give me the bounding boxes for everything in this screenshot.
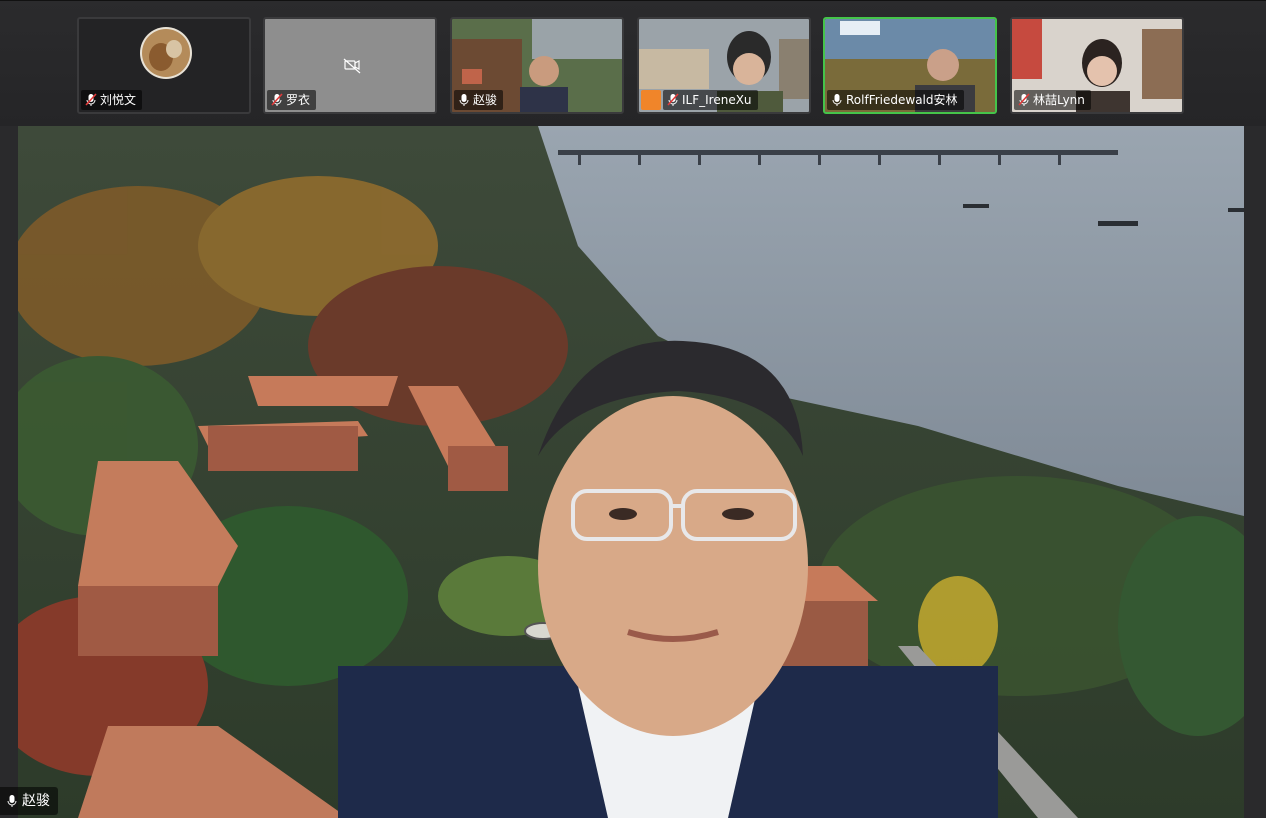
main-view-margin-left bbox=[0, 126, 18, 818]
mic-icon bbox=[6, 794, 18, 808]
mic-icon bbox=[831, 93, 843, 107]
participant-name: 刘悦文 bbox=[100, 93, 137, 107]
participant-name: RolfFriedewald安林 bbox=[846, 93, 958, 107]
participant-tile[interactable]: 赵骏 bbox=[450, 17, 624, 114]
participant-tile[interactable]: 林喆Lynn bbox=[1010, 17, 1184, 114]
mic-muted-icon bbox=[1018, 93, 1030, 107]
participant-name: 林喆Lynn bbox=[1033, 93, 1085, 107]
participant-tile[interactable]: 刘悦文 bbox=[77, 17, 251, 114]
participant-name: ILF_IreneXu bbox=[682, 93, 752, 107]
participant-tile-active[interactable]: RolfFriedewald安林 bbox=[823, 17, 997, 114]
active-speaker-label: 赵骏 bbox=[0, 787, 58, 815]
active-speaker-name: 赵骏 bbox=[22, 793, 50, 809]
participant-label: ILF_IreneXu bbox=[663, 90, 758, 110]
participant-label: 刘悦文 bbox=[81, 90, 143, 110]
participant-label: 罗衣 bbox=[267, 90, 317, 110]
participant-strip: 刘悦文 罗衣 赵骏 ILF_IreneXu RolfFriedewald安林 林… bbox=[0, 0, 1266, 126]
mic-muted-icon bbox=[667, 93, 679, 107]
participant-name: 罗衣 bbox=[286, 93, 311, 107]
participant-badge-icon bbox=[641, 90, 661, 110]
participant-tile[interactable]: 罗衣 bbox=[263, 17, 437, 114]
participant-label: 林喆Lynn bbox=[1014, 90, 1091, 110]
mic-icon bbox=[458, 93, 470, 107]
mic-muted-icon bbox=[85, 93, 97, 107]
mic-muted-icon bbox=[271, 93, 283, 107]
participant-label: 赵骏 bbox=[454, 90, 504, 110]
participant-name: 赵骏 bbox=[473, 93, 498, 107]
participant-tile[interactable]: ILF_IreneXu bbox=[637, 17, 811, 114]
participant-label: RolfFriedewald安林 bbox=[827, 90, 964, 110]
main-view-margin-right bbox=[1244, 126, 1266, 818]
virtual-background bbox=[18, 126, 1244, 818]
active-speaker-video[interactable] bbox=[18, 126, 1244, 818]
